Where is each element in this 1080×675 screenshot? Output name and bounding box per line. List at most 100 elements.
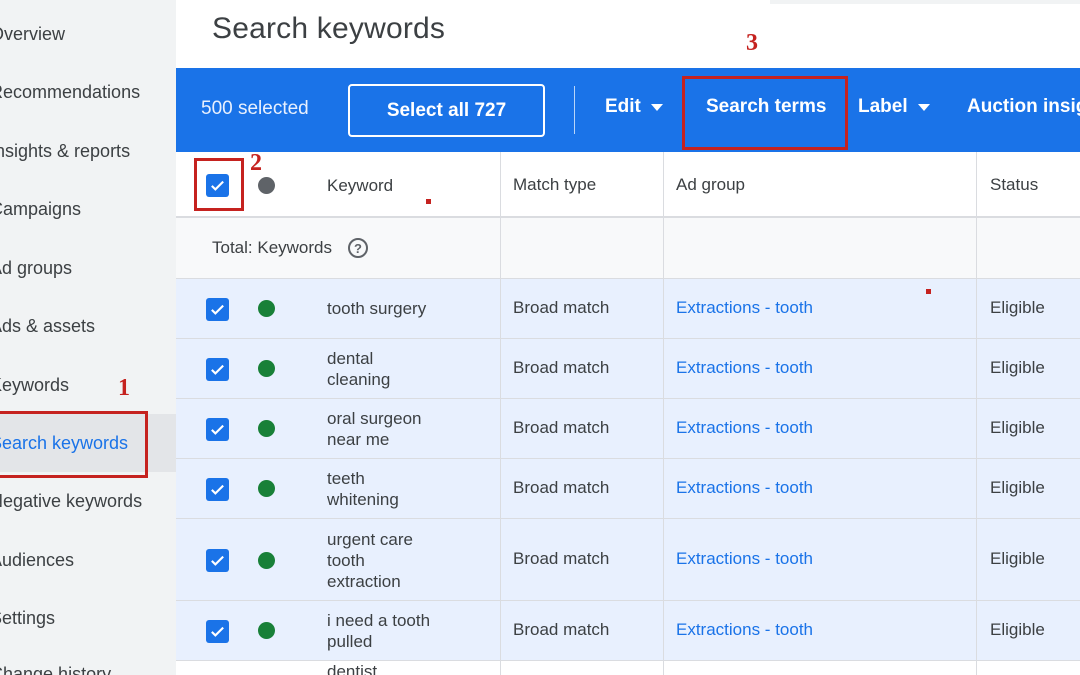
row-checkbox[interactable] bbox=[206, 549, 229, 572]
keyword-cell[interactable]: urgent care tooth extraction bbox=[327, 529, 427, 592]
auction-insights-button[interactable]: Auction insights bbox=[967, 96, 1080, 118]
match-type-cell: Broad match bbox=[513, 620, 610, 639]
column-divider bbox=[500, 601, 501, 660]
row-checkbox[interactable] bbox=[206, 418, 229, 441]
ad-group-link[interactable]: Extractions - tooth bbox=[676, 549, 813, 569]
match-type-cell: Broad match bbox=[513, 298, 610, 317]
status-dot-icon bbox=[258, 420, 275, 437]
check-icon bbox=[211, 626, 224, 637]
ad-group-link[interactable]: Extractions - tooth bbox=[676, 418, 813, 438]
column-divider bbox=[663, 218, 664, 278]
match-type-cell: Broad match bbox=[513, 358, 610, 377]
status-dot-icon bbox=[258, 360, 275, 377]
column-divider bbox=[663, 399, 664, 458]
keyword-cell[interactable]: oral surgeon near me bbox=[327, 408, 447, 450]
sidebar-item-label: Campaigns bbox=[0, 198, 82, 219]
sidebar-item-insights-reports[interactable]: Insights & reports bbox=[0, 122, 176, 180]
row-checkbox[interactable] bbox=[206, 620, 229, 643]
row-checkbox[interactable] bbox=[206, 298, 229, 321]
status-cell: Eligible bbox=[990, 418, 1045, 437]
sidebar-item-settings[interactable]: Settings bbox=[0, 589, 176, 647]
column-divider bbox=[976, 399, 977, 458]
selection-action-bar: 500 selected Select all 727 Edit Search … bbox=[176, 68, 1080, 152]
sidebar-item-ads-assets[interactable]: Ads & assets bbox=[0, 297, 176, 355]
sidebar-nav: Overview Recommendations Insights & repo… bbox=[0, 0, 176, 675]
sidebar-item-label: Keywords bbox=[0, 374, 70, 395]
keyword-cell[interactable]: teeth whitening bbox=[327, 468, 427, 510]
column-divider bbox=[976, 339, 977, 398]
keyword-cell[interactable]: tooth surgery bbox=[327, 298, 426, 319]
total-row: Total: Keywords ? bbox=[176, 218, 1080, 279]
keyword-cell[interactable]: dentist bbox=[327, 661, 377, 675]
column-divider bbox=[663, 279, 664, 338]
keyword-cell[interactable]: dental cleaning bbox=[327, 348, 437, 390]
label-menu-button[interactable]: Label bbox=[858, 96, 930, 118]
annotation-step-2: 2 bbox=[250, 150, 262, 176]
page-title: Search keywords bbox=[212, 12, 446, 45]
column-header-status[interactable]: Status bbox=[990, 175, 1038, 195]
row-checkbox[interactable] bbox=[206, 358, 229, 381]
sidebar-item-label: Ad groups bbox=[0, 257, 73, 278]
match-type-cell: Broad match bbox=[513, 418, 610, 437]
column-header-keyword[interactable]: Keyword bbox=[327, 175, 393, 196]
table-row[interactable]: i need a tooth pulled Broad match Extrac… bbox=[176, 601, 1080, 661]
table-row[interactable]: tooth surgery Broad match Extractions - … bbox=[176, 279, 1080, 339]
table-row[interactable]: teeth whitening Broad match Extractions … bbox=[176, 459, 1080, 519]
status-dot-icon bbox=[258, 300, 275, 317]
annotation-box-search-terms bbox=[682, 76, 848, 150]
table-row[interactable]: urgent care tooth extraction Broad match… bbox=[176, 519, 1080, 601]
sidebar-item-label: Negative keywords bbox=[0, 490, 143, 511]
ad-group-link[interactable]: Extractions - tooth bbox=[676, 620, 813, 640]
ad-group-link[interactable]: Extractions - tooth bbox=[676, 478, 813, 498]
column-header-match-type[interactable]: Match type bbox=[513, 175, 596, 195]
column-header-ad-group[interactable]: Ad group bbox=[676, 175, 745, 195]
ad-group-link[interactable]: Extractions - tooth bbox=[676, 298, 813, 318]
sidebar-item-audiences[interactable]: Audiences bbox=[0, 531, 176, 589]
column-divider bbox=[500, 519, 501, 600]
sidebar-item-overview[interactable]: Overview bbox=[0, 5, 176, 63]
sidebar-item-keywords[interactable]: Keywords bbox=[0, 356, 176, 414]
sidebar-item-campaigns[interactable]: Campaigns bbox=[0, 180, 176, 238]
column-divider bbox=[663, 601, 664, 660]
status-cell: Eligible bbox=[990, 298, 1045, 317]
select-all-button[interactable]: Select all 727 bbox=[348, 84, 545, 137]
ad-group-link[interactable]: Extractions - tooth bbox=[676, 358, 813, 378]
status-dot-icon bbox=[258, 480, 275, 497]
table-row[interactable]: dental cleaning Broad match Extractions … bbox=[176, 339, 1080, 399]
keyword-cell[interactable]: i need a tooth pulled bbox=[327, 610, 452, 652]
column-divider bbox=[976, 152, 977, 216]
sidebar-item-recommendations[interactable]: Recommendations bbox=[0, 63, 176, 121]
annotation-box-select-all bbox=[194, 158, 244, 211]
caret-down-icon bbox=[917, 103, 930, 111]
status-dot-icon bbox=[258, 552, 275, 569]
column-divider bbox=[500, 152, 501, 216]
column-divider bbox=[976, 601, 977, 660]
help-icon[interactable]: ? bbox=[348, 238, 368, 258]
column-divider bbox=[976, 661, 977, 675]
top-bar-edge bbox=[770, 0, 1080, 4]
column-divider bbox=[500, 399, 501, 458]
match-type-cell: Broad match bbox=[513, 549, 610, 568]
column-divider bbox=[500, 459, 501, 518]
annotation-step-1: 1 bbox=[118, 375, 130, 401]
column-divider bbox=[663, 519, 664, 600]
match-type-cell: Broad match bbox=[513, 478, 610, 497]
table-row[interactable]: dentist bbox=[176, 661, 1080, 675]
annotation-mark bbox=[926, 289, 931, 294]
sidebar-item-ad-groups[interactable]: Ad groups bbox=[0, 239, 176, 297]
column-divider bbox=[500, 339, 501, 398]
sidebar-item-label: Settings bbox=[0, 607, 56, 628]
sidebar-item-label: Audiences bbox=[0, 549, 75, 570]
label-label: Label bbox=[858, 96, 908, 117]
edit-menu-button[interactable]: Edit bbox=[605, 96, 663, 118]
column-divider bbox=[663, 661, 664, 675]
column-divider bbox=[500, 279, 501, 338]
status-dot-icon bbox=[258, 622, 275, 639]
row-checkbox[interactable] bbox=[206, 478, 229, 501]
sidebar-item-label: Change history bbox=[0, 664, 112, 675]
annotation-mark bbox=[426, 199, 431, 204]
table-row[interactable]: oral surgeon near me Broad match Extract… bbox=[176, 399, 1080, 459]
sidebar-item-negative-keywords[interactable]: Negative keywords bbox=[0, 472, 176, 530]
status-cell: Eligible bbox=[990, 478, 1045, 497]
sidebar-item-change-history[interactable]: Change history bbox=[0, 646, 176, 675]
